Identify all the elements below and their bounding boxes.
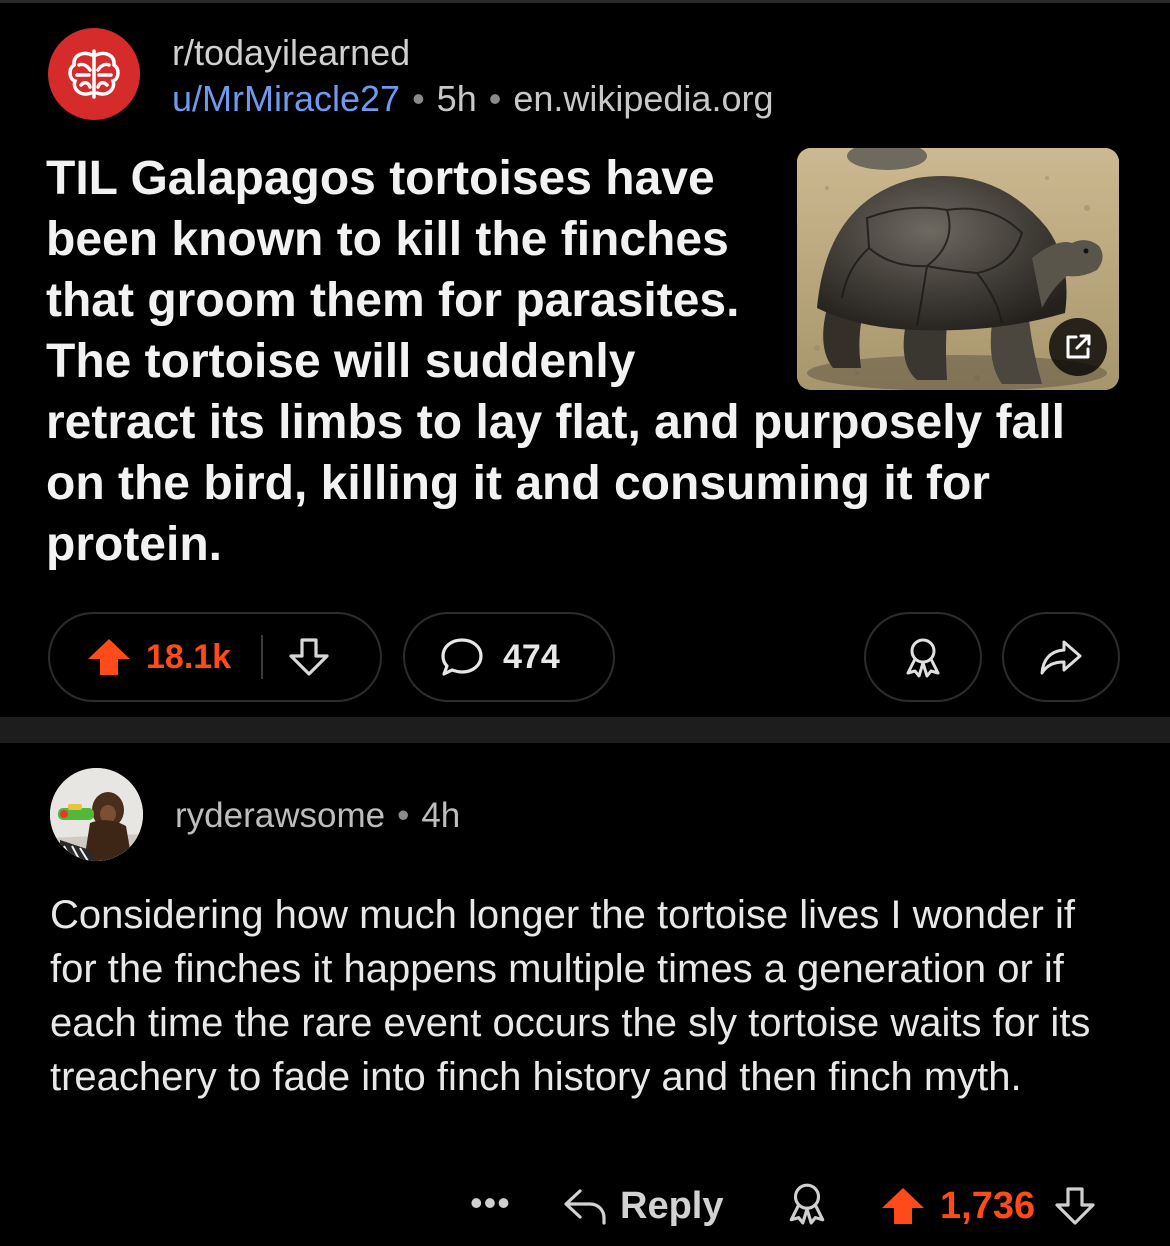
post-meta: u/MrMiracle27 • 5h • en.wikipedia.org (172, 78, 773, 120)
reply-button[interactable]: Reply (562, 1176, 723, 1236)
comment-author-avatar[interactable] (50, 768, 143, 861)
downvote-arrow-icon[interactable] (287, 637, 331, 677)
section-divider (0, 717, 1170, 743)
post-age: 5h (436, 78, 477, 119)
comments-button[interactable]: 474 (403, 612, 615, 702)
comment-age: 4h (421, 796, 461, 835)
downvote-arrow-icon[interactable] (1053, 1185, 1097, 1227)
vote-divider (261, 635, 264, 679)
share-arrow-icon (1040, 640, 1082, 675)
meta-separator: • (397, 796, 410, 835)
post-score: 18.1k (146, 637, 232, 676)
post-domain[interactable]: en.wikipedia.org (513, 78, 773, 119)
upvote-arrow-icon[interactable] (86, 637, 132, 677)
comment-body: Considering how much longer the tortoise… (50, 893, 1091, 1099)
link-thumbnail[interactable] (797, 148, 1119, 390)
share-button[interactable] (1002, 612, 1120, 702)
avatar-image (50, 768, 143, 861)
subreddit-name[interactable]: r/todayilearned (172, 32, 410, 74)
comment-vote-control: 1,736 (880, 1176, 1097, 1236)
top-border (0, 0, 1170, 3)
comment-count: 474 (503, 637, 560, 676)
post-author[interactable]: u/MrMiracle27 (172, 78, 400, 119)
comment-meta: ryderawsome • 4h (175, 796, 460, 836)
more-options-button[interactable]: ••• (470, 1182, 511, 1242)
reply-label: Reply (620, 1184, 724, 1227)
speech-bubble-icon (441, 638, 483, 676)
external-link-icon[interactable] (1049, 318, 1107, 376)
subreddit-avatar[interactable] (48, 28, 140, 120)
reply-arrow-icon (564, 1189, 606, 1225)
comment-award-button[interactable] (784, 1180, 830, 1240)
vote-control: 18.1k (48, 612, 382, 702)
award-button[interactable] (864, 612, 982, 702)
upvote-arrow-icon[interactable] (880, 1185, 926, 1227)
award-icon (906, 638, 940, 678)
meta-separator: • (412, 78, 425, 119)
comment-author[interactable]: ryderawsome (175, 796, 385, 835)
meta-separator: • (488, 78, 502, 119)
comment-score: 1,736 (940, 1184, 1036, 1227)
brain-icon (68, 49, 120, 99)
award-icon (789, 1183, 825, 1225)
